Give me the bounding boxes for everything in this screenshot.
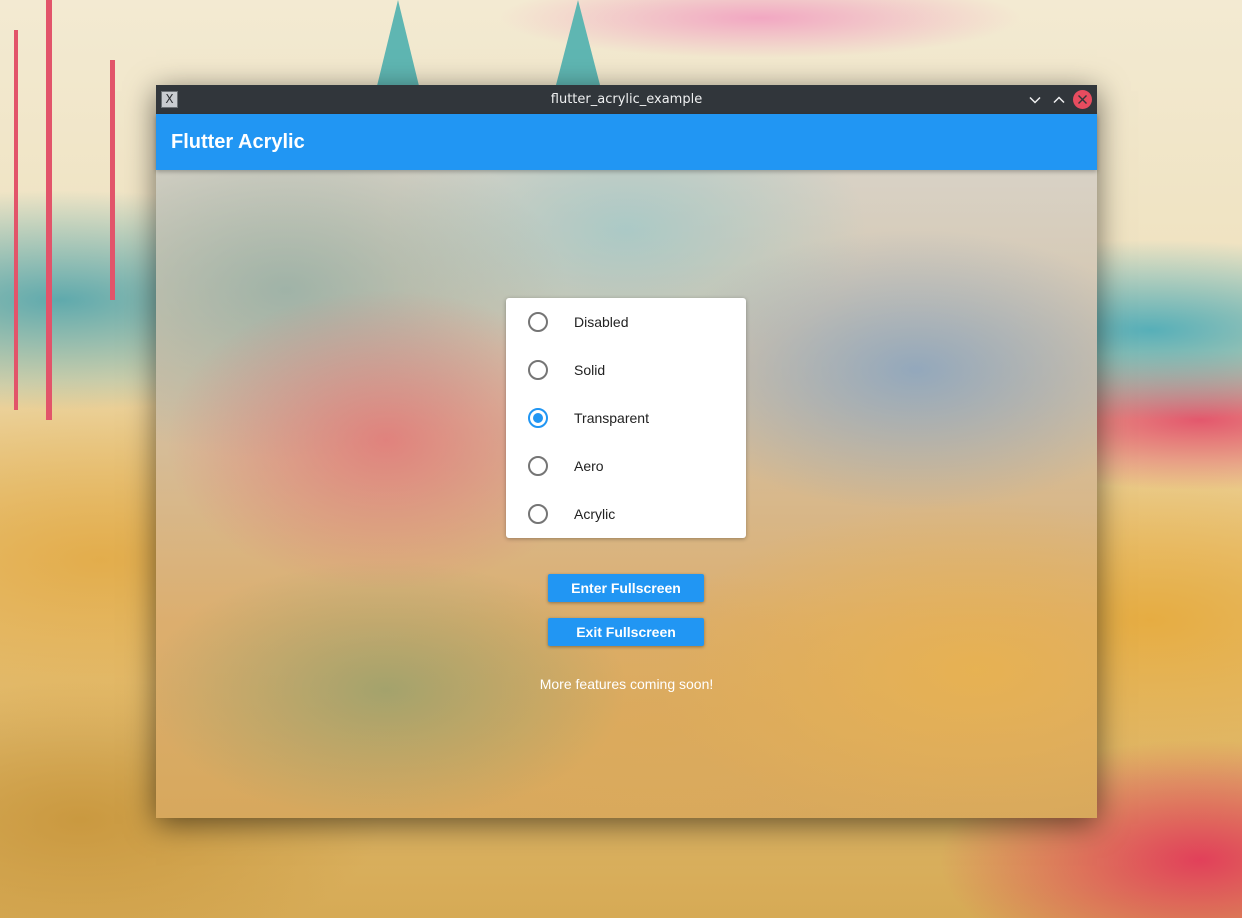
radio-option-transparent[interactable]: Transparent <box>506 394 746 442</box>
radio-label: Aero <box>574 458 604 474</box>
effect-options-card: Disabled Solid Transparent Aero Acrylic <box>506 298 746 538</box>
app-bar: Flutter Acrylic <box>156 114 1097 170</box>
window-title: flutter_acrylic_example <box>550 92 703 107</box>
radio-button-icon[interactable] <box>528 456 548 476</box>
radio-button-selected-icon[interactable] <box>528 408 548 428</box>
app-bar-title: Flutter Acrylic <box>171 131 305 153</box>
enter-fullscreen-button[interactable]: Enter Fullscreen <box>548 574 704 602</box>
wallpaper-peak <box>376 0 420 90</box>
radio-option-disabled[interactable]: Disabled <box>506 298 746 346</box>
chevron-down-icon <box>1028 96 1041 104</box>
coming-soon-text: More features coming soon! <box>539 676 714 692</box>
radio-label: Transparent <box>574 410 649 426</box>
radio-label: Acrylic <box>574 506 616 522</box>
window-titlebar[interactable]: X flutter_acrylic_example <box>156 85 1097 114</box>
radio-option-solid[interactable]: Solid <box>506 346 746 394</box>
wallpaper-tree <box>14 30 18 410</box>
radio-button-icon[interactable] <box>528 504 548 524</box>
wallpaper-peak <box>556 0 600 85</box>
maximize-button[interactable] <box>1049 90 1068 109</box>
radio-label: Disabled <box>574 314 629 330</box>
minimize-button[interactable] <box>1025 90 1044 109</box>
radio-label: Solid <box>574 362 606 378</box>
wallpaper-tree <box>46 0 52 420</box>
acrylic-content-area: Disabled Solid Transparent Aero Acrylic … <box>156 170 1097 818</box>
radio-button-icon[interactable] <box>528 360 548 380</box>
app-window: X flutter_acrylic_example Flutter Acryli… <box>156 85 1097 818</box>
exit-fullscreen-button[interactable]: Exit Fullscreen <box>548 618 704 646</box>
radio-button-icon[interactable] <box>528 312 548 332</box>
chevron-up-icon <box>1052 95 1065 103</box>
close-icon <box>1078 95 1087 104</box>
wallpaper-tree <box>110 60 115 300</box>
radio-option-acrylic[interactable]: Acrylic <box>506 490 746 538</box>
close-button[interactable] <box>1073 90 1092 109</box>
radio-option-aero[interactable]: Aero <box>506 442 746 490</box>
